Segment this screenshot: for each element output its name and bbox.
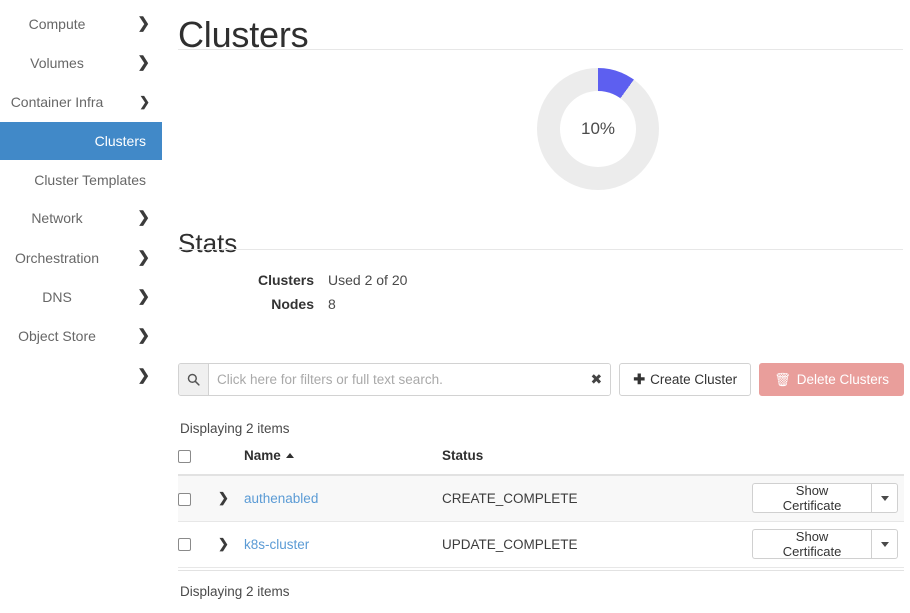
search-input[interactable]	[209, 364, 582, 395]
show-certificate-split-button: Show Certificate	[752, 529, 904, 559]
sort-asc-icon	[286, 453, 294, 458]
trash-icon: 🗑	[774, 372, 791, 388]
chevron-right-icon: ❯	[136, 210, 150, 225]
select-all-checkbox[interactable]	[178, 450, 191, 463]
chevron-right-icon[interactable]: ❯	[218, 536, 229, 551]
plus-icon: ✚	[633, 371, 645, 388]
chevron-right-icon[interactable]: ❯	[218, 490, 229, 505]
stats-key: Clusters	[178, 270, 328, 294]
create-cluster-label: Create Cluster	[650, 372, 737, 387]
show-certificate-split-button: Show Certificate	[752, 483, 904, 513]
delete-clusters-label: Delete Clusters	[797, 372, 889, 387]
sidebar-item-compute[interactable]: Compute ❯	[0, 4, 162, 43]
stats-divider	[178, 249, 903, 250]
row-actions-dropdown-toggle[interactable]	[871, 483, 898, 513]
chevron-right-icon: ❯	[136, 328, 150, 343]
sidebar-item-label: Volumes	[0, 55, 136, 71]
column-header-name[interactable]: Name	[244, 448, 442, 475]
sidebar-item-label: Cluster Templates	[0, 172, 150, 188]
sidebar-item-label: DNS	[0, 289, 136, 305]
sidebar-item-label: Container Infra	[0, 94, 136, 110]
show-certificate-button[interactable]: Show Certificate	[752, 483, 871, 513]
table-row[interactable]: ❯ authenabled CREATE_COMPLETE Show Certi…	[178, 475, 904, 521]
column-header-status[interactable]: Status	[442, 448, 752, 475]
chevron-down-icon: ❯	[136, 95, 150, 108]
chevron-down-icon	[881, 542, 889, 547]
sidebar-item-orchestration[interactable]: Orchestration ❯	[0, 238, 162, 277]
stats-heading: Stats	[178, 228, 237, 259]
chevron-right-icon: ❯	[136, 55, 150, 70]
search-icon[interactable]	[179, 364, 209, 395]
chevron-right-icon: ❯	[136, 289, 150, 304]
app-root: Compute ❯ Volumes ❯ Container Infra ❯ Cl…	[0, 0, 910, 613]
search-group: ✖	[178, 363, 611, 396]
show-certificate-button[interactable]: Show Certificate	[752, 529, 871, 559]
expand-header	[218, 448, 244, 475]
row-status-cell: UPDATE_COMPLETE	[442, 521, 752, 567]
row-name-cell: authenabled	[244, 475, 442, 521]
chevron-right-icon: ❯	[136, 16, 150, 31]
sidebar-item-volumes[interactable]: Volumes ❯	[0, 43, 162, 82]
title-divider	[178, 49, 903, 50]
cluster-name-link[interactable]: k8s-cluster	[244, 537, 309, 552]
donut-center-label: 10%	[560, 91, 636, 167]
table-row[interactable]: ❯ k8s-cluster UPDATE_COMPLETE Show Certi…	[178, 521, 904, 567]
row-select-cell	[178, 521, 218, 567]
delete-clusters-button[interactable]: 🗑 Delete Clusters	[759, 363, 904, 396]
table-toolbar: ✖ ✚ Create Cluster 🗑 Delete Clusters	[178, 363, 904, 396]
column-header-actions	[752, 448, 904, 475]
sidebar-item-label: Network	[0, 210, 136, 226]
row-status-cell: CREATE_COMPLETE	[442, 475, 752, 521]
sidebar-item-label: Orchestration	[0, 250, 136, 266]
sidebar-item-label: Compute	[0, 16, 136, 32]
displaying-count-bottom: Displaying 2 items	[180, 584, 290, 599]
row-select-cell	[178, 475, 218, 521]
sidebar-item-label: Clusters	[0, 133, 150, 149]
sidebar-item-clusters[interactable]: Clusters	[0, 122, 162, 160]
quota-donut-chart: 10%	[162, 68, 910, 190]
sidebar-item-network[interactable]: Network ❯	[0, 198, 162, 237]
row-actions-cell: Show Certificate	[752, 521, 904, 567]
row-name-cell: k8s-cluster	[244, 521, 442, 567]
table-header-row: Name Status	[178, 448, 904, 475]
stats-table: Clusters Used 2 of 20 Nodes 8	[178, 270, 578, 318]
row-checkbox[interactable]	[178, 493, 191, 506]
stats-value: 8	[328, 294, 578, 318]
displaying-count-top: Displaying 2 items	[180, 421, 290, 436]
stats-row: Nodes 8	[178, 294, 578, 318]
clear-search-icon[interactable]: ✖	[582, 364, 610, 395]
stats-value: Used 2 of 20	[328, 270, 578, 294]
sidebar-item-dns[interactable]: DNS ❯	[0, 277, 162, 316]
sidebar-item-container-infra[interactable]: Container Infra ❯	[0, 82, 162, 121]
clusters-table: Name Status ❯ authenabled	[178, 448, 904, 568]
main-content: Clusters 10% Stats Clusters Used 2 of 20…	[162, 0, 910, 613]
row-actions-dropdown-toggle[interactable]	[871, 529, 898, 559]
cluster-name-link[interactable]: authenabled	[244, 491, 318, 506]
chevron-right-icon: ❯	[136, 250, 150, 265]
stats-key: Nodes	[178, 294, 328, 318]
row-checkbox[interactable]	[178, 538, 191, 551]
chevron-down-icon	[881, 496, 889, 501]
select-all-header	[178, 448, 218, 475]
row-expand-cell: ❯	[218, 521, 244, 567]
row-expand-cell: ❯	[218, 475, 244, 521]
table-bottom-divider	[178, 570, 904, 571]
stats-row: Clusters Used 2 of 20	[178, 270, 578, 294]
sidebar-item-cluster-templates[interactable]: Cluster Templates	[0, 161, 162, 199]
sidebar-item-overflow[interactable]: ❯	[0, 356, 162, 395]
sidebar-item-label: Object Store	[0, 328, 136, 344]
sidebar: Compute ❯ Volumes ❯ Container Infra ❯ Cl…	[0, 0, 162, 613]
chevron-right-icon: ❯	[136, 368, 150, 383]
sidebar-item-object-store[interactable]: Object Store ❯	[0, 316, 162, 355]
create-cluster-button[interactable]: ✚ Create Cluster	[619, 363, 751, 396]
row-actions-cell: Show Certificate	[752, 475, 904, 521]
donut-ring: 10%	[537, 68, 659, 190]
column-header-name-label: Name	[244, 448, 281, 463]
